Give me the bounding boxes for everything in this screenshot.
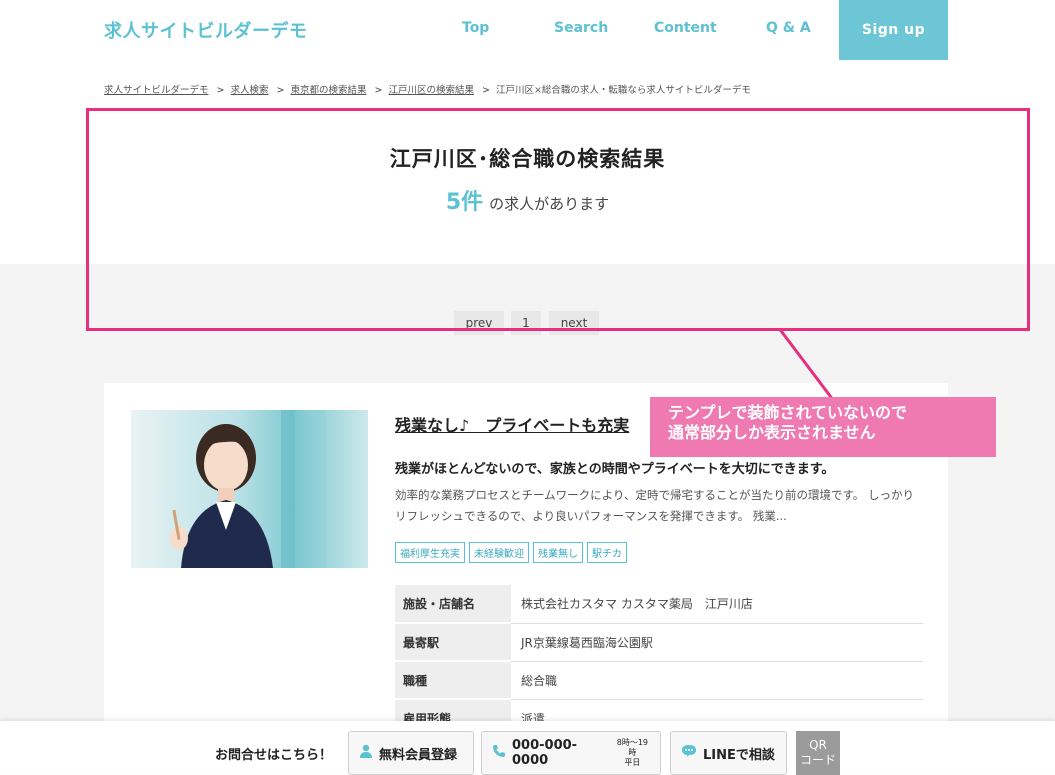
qr-label-top: QR [809, 738, 827, 752]
nav-content[interactable]: Content [654, 20, 717, 36]
job-tags: 福利厚生充実 未経験歓迎 残業無し 駅チカ [395, 542, 627, 563]
site-header: 求人サイトビルダーデモ Top Search Content Q & A Sig… [0, 0, 1055, 60]
woman-photo-image [131, 410, 368, 568]
breadcrumb-separator: > [216, 85, 225, 96]
job-info-table: 施設・店舗名 株式会社カスタマ カスタマ薬局 江戸川店 最寄駅 JR京葉線葛西臨… [395, 585, 923, 738]
register-button[interactable]: 無料会員登録 [348, 731, 474, 775]
annotation-highlight-box [86, 108, 1030, 331]
info-label: 職種 [395, 661, 511, 700]
phone-icon [492, 744, 506, 762]
breadcrumb-item[interactable]: 求人サイトビルダーデモ [104, 85, 209, 96]
breadcrumb-separator: > [276, 85, 285, 96]
job-photo[interactable] [131, 410, 368, 568]
line-consult-button[interactable]: LINEで相談 [670, 731, 787, 775]
phone-number: 000-000-0000 [512, 738, 578, 768]
job-description: 効率的な業務プロセスとチームワークにより、定時で帰宅することが当たり前の環境です… [395, 488, 914, 523]
annotation-callout: テンプレで装飾されていないので 通常部分しか表示されません [650, 397, 996, 457]
nav-qa[interactable]: Q & A [766, 20, 811, 36]
chat-bubble-icon [681, 744, 697, 762]
phone-hours-time: 8時～19時 [616, 738, 649, 757]
job-tag: 未経験歓迎 [469, 542, 529, 563]
job-tag: 福利厚生充実 [395, 542, 465, 563]
info-row: 職種 総合職 [395, 661, 923, 700]
phone-hours: 8時～19時 平日 [615, 738, 650, 768]
phone-hours-days: 平日 [624, 758, 641, 767]
breadcrumb: 求人サイトビルダーデモ > 求人検索 > 東京都の検索結果 > 江戸川区の検索結果 > 江戸川区… [104, 82, 751, 96]
breadcrumb-separator: > [374, 85, 383, 96]
breadcrumb-separator: > [481, 85, 490, 96]
contact-label: お問合せはこちら！ [215, 748, 333, 763]
nav-search[interactable]: Search [554, 20, 608, 36]
annotation-line-1: テンプレで装飾されていないので [668, 403, 908, 422]
job-tag: 駅チカ [587, 542, 627, 563]
job-tag: 残業無し [533, 542, 583, 563]
phone-button[interactable]: 000-000-0000 8時～19時 平日 [481, 731, 661, 775]
nav-top[interactable]: Top [462, 20, 489, 36]
breadcrumb-item[interactable]: 東京都の検索結果 [290, 85, 366, 96]
contact-footer-bar: お問合せはこちら！ 無料会員登録 000-000-0000 8時～19時 平日 … [0, 721, 1055, 775]
info-value: 総合職 [521, 673, 558, 688]
line-consult-label: LINEで相談 [703, 747, 775, 763]
breadcrumb-item[interactable]: 求人検索 [230, 85, 268, 96]
info-row: 施設・店舗名 株式会社カスタマ カスタマ薬局 江戸川店 [395, 585, 923, 624]
annotation-line-2: 通常部分しか表示されません [668, 423, 876, 442]
info-value: 株式会社カスタマ カスタマ薬局 江戸川店 [521, 597, 753, 612]
breadcrumb-item[interactable]: 江戸川区の検索結果 [388, 85, 474, 96]
job-title-link[interactable]: 残業なし♪ プライベートも充実 [395, 412, 629, 436]
info-label: 最寄駅 [395, 623, 511, 662]
info-row: 最寄駅 JR京葉線葛西臨海公園駅 [395, 623, 923, 662]
job-subtitle: 残業がほとんどないので、家族との時間やプライベートを大切にできます。 [395, 462, 835, 477]
info-value: JR京葉線葛西臨海公園駅 [521, 635, 653, 650]
breadcrumb-current: 江戸川区×総合職の求人・転職なら求人サイトビルダーデモ [495, 85, 751, 96]
signup-button[interactable]: Sign up [839, 0, 948, 60]
site-logo[interactable]: 求人サイトビルダーデモ [104, 17, 308, 43]
user-icon [359, 744, 373, 762]
info-label: 施設・店舗名 [395, 585, 511, 624]
register-button-label: 無料会員登録 [379, 747, 458, 763]
qr-code-button[interactable]: QR コード [796, 731, 840, 775]
qr-label-bottom: コード [799, 753, 836, 767]
